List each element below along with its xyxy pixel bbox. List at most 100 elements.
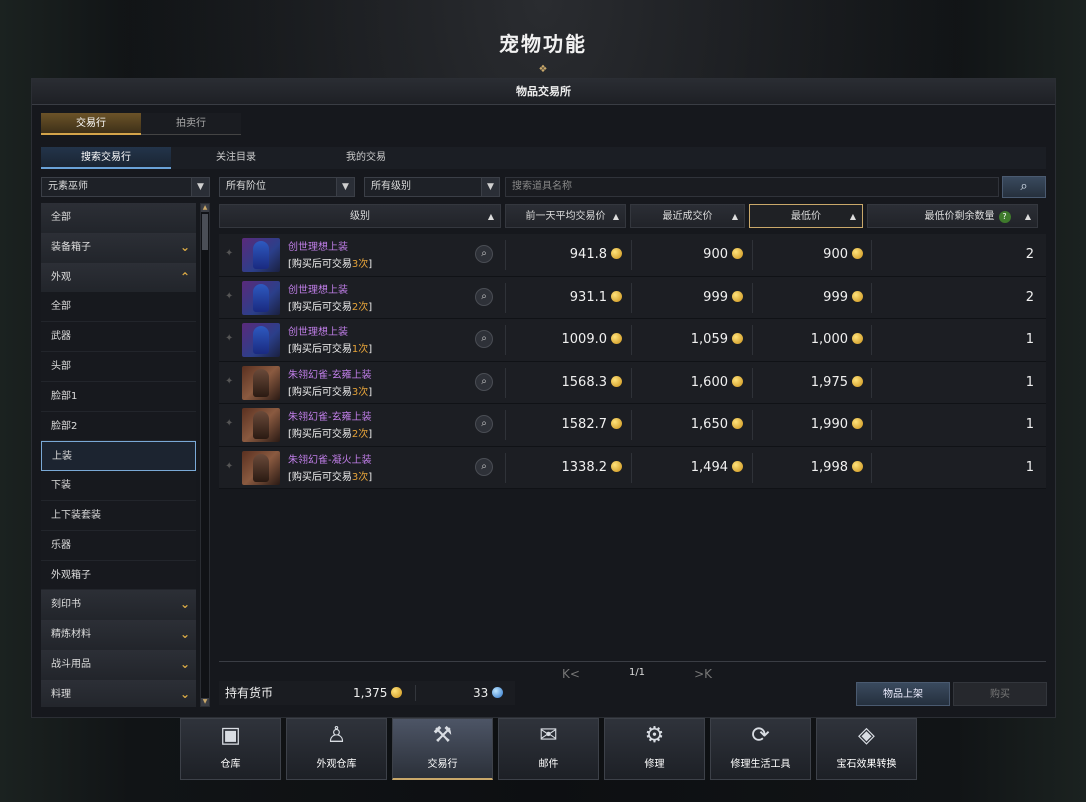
item-figure bbox=[253, 368, 269, 397]
sidebar-item[interactable]: 刻印书 ⌄ bbox=[41, 590, 196, 621]
table-row[interactable]: ✦ 朱翎幻雀-玄雍上装 [购买后可交易2次] ⌕ 1582.7 1,650 1,990 1 bbox=[219, 404, 1046, 447]
search-button[interactable]: ⌕ bbox=[1002, 176, 1046, 198]
tab-trade[interactable]: 交易行 bbox=[41, 113, 141, 135]
table-row[interactable]: ✦ 朱翎幻雀-凝火上装 [购买后可交易3次] ⌕ 1338.2 1,494 1,998 1 bbox=[219, 446, 1046, 489]
gold-coin-icon bbox=[391, 687, 403, 698]
sidebar-item[interactable]: 战斗用品 ⌄ bbox=[41, 649, 196, 680]
sidebar-item[interactable]: 料理 ⌄ bbox=[41, 679, 196, 707]
item-thumbnail bbox=[242, 323, 280, 357]
item-name: 创世理想上装 bbox=[288, 327, 348, 338]
remaining-cell: 1 bbox=[1025, 459, 1034, 475]
recent-price-cell: 1,059 bbox=[632, 319, 743, 361]
scroll-down-icon[interactable]: ▼ bbox=[201, 698, 209, 706]
col-lowest-remaining[interactable]: 最低价剩余数量? ▲ bbox=[867, 204, 1038, 228]
scroll-up-icon[interactable]: ▲ bbox=[201, 204, 209, 212]
tab-watchlist[interactable]: 关注目录 bbox=[171, 147, 301, 169]
inspect-icon[interactable]: ⌕ bbox=[475, 245, 493, 263]
sidebar-item[interactable]: 上装 bbox=[41, 441, 196, 472]
col-lowest-price[interactable]: 最低价 ▲ bbox=[749, 204, 863, 228]
item-thumbnail bbox=[242, 450, 280, 485]
first-page-icon[interactable]: K< bbox=[562, 667, 580, 681]
ornament-icon: ❖ bbox=[538, 64, 548, 75]
scroll-thumb[interactable] bbox=[202, 214, 208, 250]
dock-button[interactable]: ▣ 仓库 bbox=[180, 718, 281, 780]
dock-button[interactable]: ♙ 外观仓库 bbox=[286, 718, 387, 780]
chevron-down-icon[interactable]: ⌄ bbox=[180, 680, 190, 707]
table-row[interactable]: ✦ 创世理想上装 [购买后可交易2次] ⌕ 931.1 999 999 2 bbox=[219, 276, 1046, 319]
inspect-icon[interactable]: ⌕ bbox=[475, 372, 493, 391]
lowest-price-cell: 1,000 bbox=[753, 319, 863, 361]
crystal-icon bbox=[492, 687, 504, 698]
currency-bar: 持有货币 1,375 33 bbox=[219, 681, 515, 705]
sidebar-item[interactable]: 装备箱子 ⌄ bbox=[41, 232, 196, 263]
dock-button[interactable]: ⚙ 修理 bbox=[604, 718, 705, 780]
inspect-icon[interactable]: ⌕ bbox=[475, 415, 493, 433]
chevron-down-icon[interactable]: ⌄ bbox=[180, 590, 190, 619]
pin-icon[interactable]: ✦ bbox=[225, 248, 235, 260]
divider bbox=[415, 685, 416, 701]
lowest-price-cell: 900 bbox=[753, 234, 863, 276]
search-input[interactable]: 搜索道具名称 bbox=[505, 177, 999, 197]
tier-select[interactable]: 所有阶位 ▼ bbox=[219, 177, 355, 197]
sidebar-item[interactable]: 全部 bbox=[41, 203, 196, 233]
sidebar-item[interactable]: 全部 bbox=[41, 292, 196, 323]
sidebar-item[interactable]: 脸部2 bbox=[41, 411, 196, 442]
wardrobe-icon: ♙ bbox=[326, 723, 347, 748]
pin-icon[interactable]: ✦ bbox=[225, 461, 235, 473]
last-page-icon[interactable]: >K bbox=[694, 667, 712, 681]
dock-button[interactable]: ◈ 宝石效果转换 bbox=[816, 718, 917, 780]
chevron-down-icon[interactable]: ⌄ bbox=[180, 650, 190, 679]
class-select[interactable]: 元素巫师 ▼ bbox=[41, 177, 210, 197]
remaining-cell: 1 bbox=[1025, 332, 1034, 347]
sidebar-item[interactable]: 脸部1 bbox=[41, 381, 196, 412]
buy-button[interactable]: 购买 bbox=[953, 682, 1047, 706]
table-row[interactable]: ✦ 创世理想上装 [购买后可交易3次] ⌕ 941.8 900 900 2 bbox=[219, 234, 1046, 277]
gold-coin-icon bbox=[852, 290, 863, 302]
sidebar-item[interactable]: 下装 bbox=[41, 471, 196, 501]
pin-icon[interactable]: ✦ bbox=[225, 333, 235, 345]
col-recent-price[interactable]: 最近成交价 ▲ bbox=[630, 204, 745, 228]
dock-button[interactable]: ⟳ 修理生活工具 bbox=[710, 718, 811, 780]
sidebar-item-label: 料理 bbox=[51, 688, 71, 700]
inspect-icon[interactable]: ⌕ bbox=[475, 330, 493, 348]
chevron-down-icon[interactable]: ⌄ bbox=[180, 233, 190, 262]
trade-count: 1次 bbox=[351, 344, 369, 355]
dock-button[interactable]: ✉ 邮件 bbox=[498, 718, 599, 780]
col-grade[interactable]: 级别 ▲ bbox=[219, 204, 501, 228]
pin-icon[interactable]: ✦ bbox=[225, 291, 235, 303]
col-avg-price[interactable]: 前一天平均交易价 ▲ bbox=[505, 204, 626, 228]
sidebar-item-label: 脸部1 bbox=[51, 390, 78, 402]
gold-coin-icon bbox=[611, 375, 622, 387]
dock-button[interactable]: ⚒ 交易行 bbox=[392, 718, 493, 780]
chevron-down-icon[interactable]: ⌄ bbox=[180, 620, 190, 649]
avg-price-cell: 1568.3 bbox=[506, 362, 622, 404]
tab-auction[interactable]: 拍卖行 bbox=[141, 113, 241, 135]
sidebar-scrollbar[interactable]: ▲ ▼ bbox=[200, 203, 210, 707]
dock-button-label: 邮件 bbox=[538, 759, 559, 770]
grade-select[interactable]: 所有级别 ▼ bbox=[364, 177, 500, 197]
pin-icon[interactable]: ✦ bbox=[225, 418, 235, 430]
tab-search[interactable]: 搜索交易行 bbox=[41, 147, 171, 169]
table-row[interactable]: ✦ 创世理想上装 [购买后可交易1次] ⌕ 1009.0 1,059 1,000 1 bbox=[219, 319, 1046, 362]
list-item-button[interactable]: 物品上架 bbox=[856, 682, 950, 706]
pin-icon[interactable]: ✦ bbox=[225, 376, 235, 388]
sidebar-item[interactable]: 武器 bbox=[41, 322, 196, 352]
sidebar-item[interactable]: 乐器 bbox=[41, 530, 196, 561]
gold-coin-icon bbox=[732, 248, 743, 259]
help-icon[interactable]: ? bbox=[998, 211, 1011, 223]
inspect-icon[interactable]: ⌕ bbox=[475, 457, 493, 476]
trade-count: 3次 bbox=[351, 259, 369, 270]
gold-coin-icon bbox=[852, 460, 863, 472]
divider bbox=[219, 661, 1046, 662]
sidebar-item[interactable]: 上下装套装 bbox=[41, 500, 196, 531]
sidebar-item[interactable]: 外观箱子 bbox=[41, 560, 196, 591]
sidebar-item[interactable]: 外观 ⌃ bbox=[41, 262, 196, 293]
gold-amount: 1,375 bbox=[353, 681, 403, 705]
table-row[interactable]: ✦ 朱翎幻雀-玄雍上装 [购买后可交易3次] ⌕ 1568.3 1,600 1,975 1 bbox=[219, 361, 1046, 404]
tab-my-trades[interactable]: 我的交易 bbox=[301, 147, 431, 169]
inspect-icon[interactable]: ⌕ bbox=[475, 287, 493, 306]
item-thumbnail bbox=[242, 280, 280, 315]
chevron-up-icon[interactable]: ⌃ bbox=[180, 263, 190, 292]
sidebar-item[interactable]: 精炼材料 ⌄ bbox=[41, 620, 196, 650]
sidebar-item[interactable]: 头部 bbox=[41, 351, 196, 382]
